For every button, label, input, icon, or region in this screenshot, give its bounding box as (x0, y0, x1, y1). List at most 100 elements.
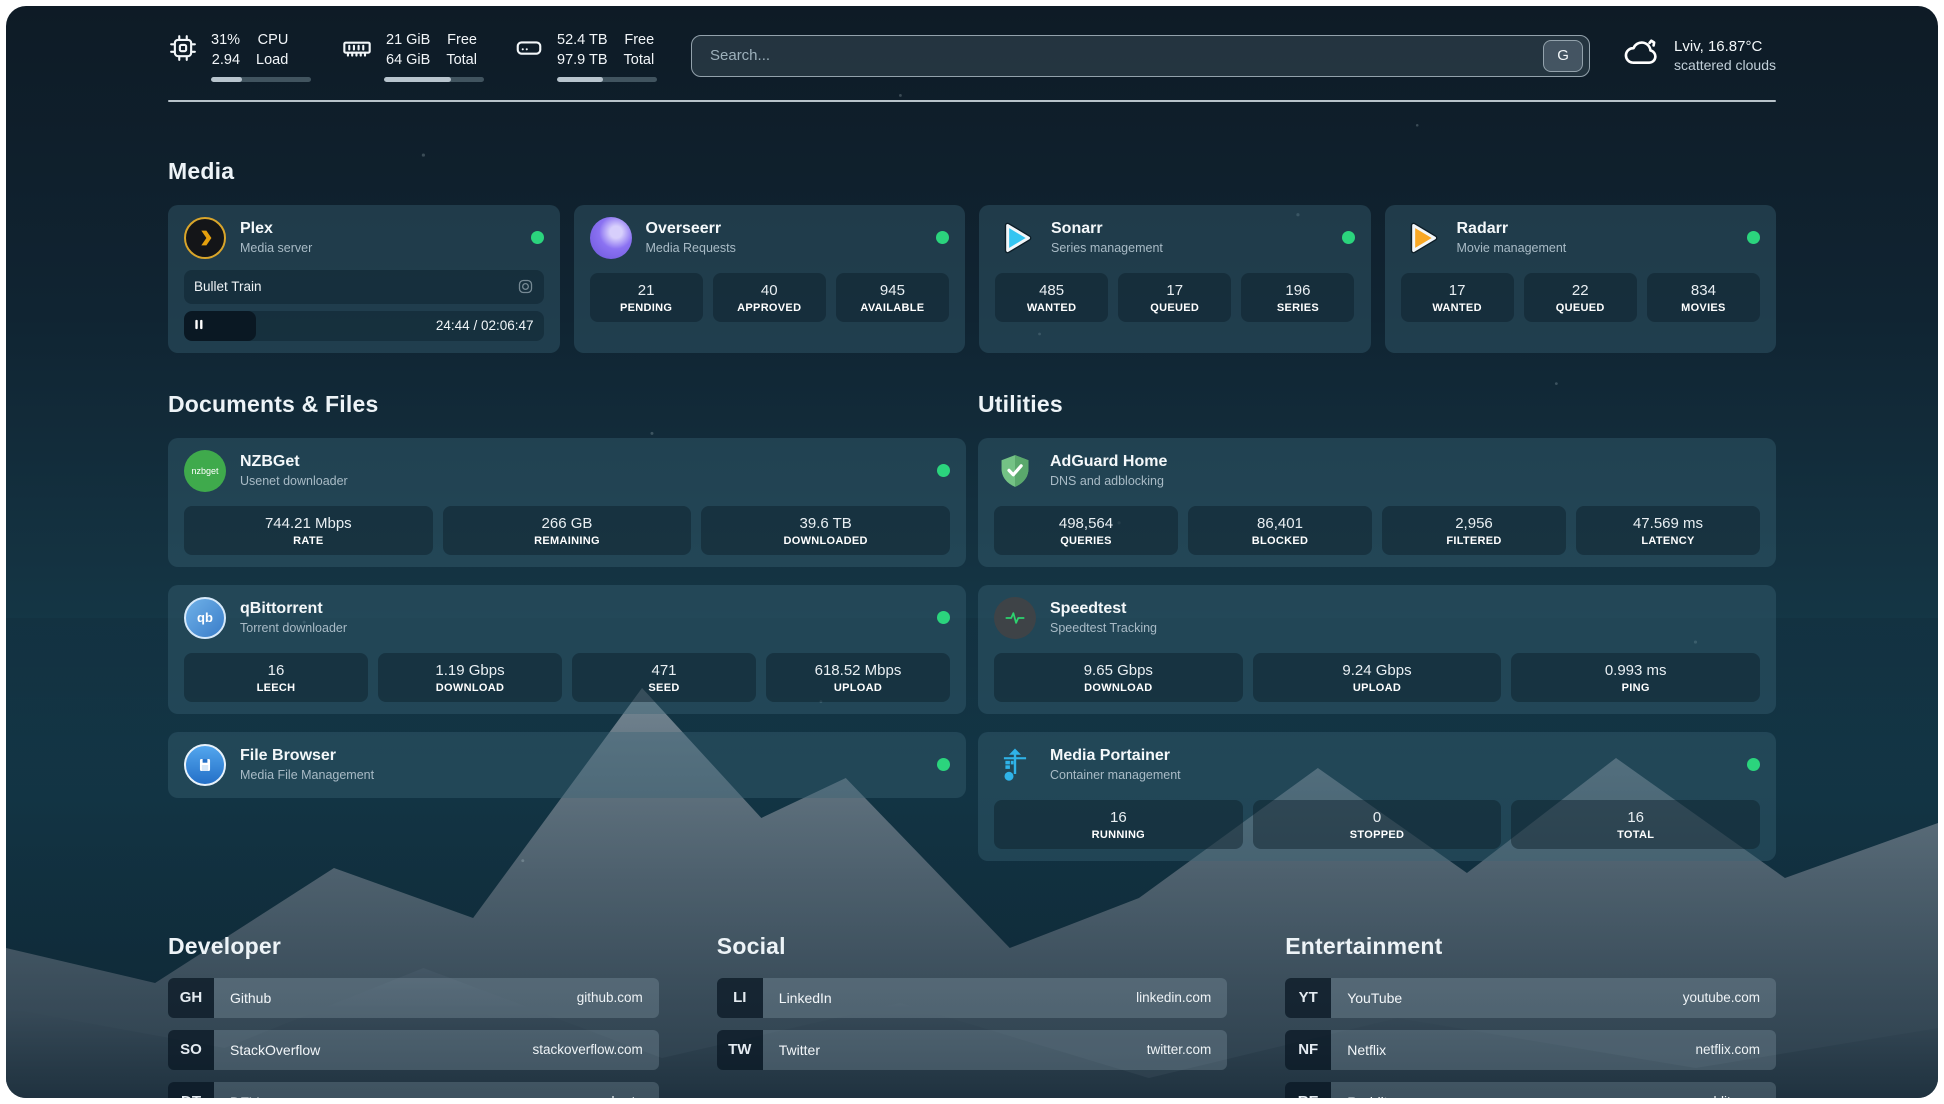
social-section-title: Social (717, 933, 1227, 960)
bookmark-github[interactable]: GH Github github.com (168, 978, 659, 1018)
stat-available: 945 AVAILABLE (836, 273, 949, 322)
disk-total-label: Total (624, 50, 655, 70)
portainer-icon (994, 744, 1036, 786)
resource-widgets: 31% 2.94 CPU Load (168, 30, 657, 82)
memory-progress-fill (384, 77, 451, 82)
playback-progress-row: 24:44 / 02:06:47 (184, 311, 544, 341)
disk-progress-fill (557, 77, 603, 82)
disk-icon (514, 33, 544, 68)
bookmark-abbr: TW (717, 1030, 763, 1070)
service-description: Speedtest Tracking (1050, 621, 1157, 635)
bookmark-reddit[interactable]: RE Reddit reddit.com (1285, 1082, 1776, 1098)
bookmark-url: stackoverflow.com (532, 1042, 642, 1057)
service-description: Series management (1051, 241, 1163, 255)
bookmark-url: github.com (577, 990, 643, 1005)
memory-total-value: 64 GiB (386, 50, 430, 70)
bookmark-linkedin[interactable]: LI LinkedIn linkedin.com (717, 978, 1227, 1018)
service-name: Speedtest (1050, 600, 1157, 618)
status-dot (936, 231, 949, 244)
dashboard-screen: 31% 2.94 CPU Load (6, 6, 1938, 1098)
section-media: Media Plex Media server (168, 158, 1776, 353)
status-dot (937, 464, 950, 477)
disk-progress-track (557, 77, 657, 82)
cloud-icon (1620, 32, 1662, 79)
service-description: Media File Management (240, 768, 374, 782)
service-card-portainer[interactable]: Media Portainer Container management 16 … (978, 732, 1776, 861)
bookmark-url: linkedin.com (1136, 990, 1211, 1005)
developer-section-title: Developer (168, 933, 659, 960)
stat-queued: 22 QUEUED (1524, 273, 1637, 322)
stat-latency: 47.569 ms LATENCY (1576, 506, 1760, 555)
dashboard-page: 31% 2.94 CPU Load (0, 0, 1944, 1104)
service-card-speedtest[interactable]: Speedtest Speedtest Tracking 9.65 Gbps D… (978, 585, 1776, 714)
entertainment-section-title: Entertainment (1285, 933, 1776, 960)
camera-icon (517, 278, 534, 295)
service-card-plex[interactable]: Plex Media server Bullet Train (168, 205, 560, 353)
stat-upload: 618.52 Mbps UPLOAD (766, 653, 950, 702)
stat-total: 16 TOTAL (1511, 800, 1760, 849)
service-card-radarr[interactable]: Radarr Movie management 17 WANTED 22 QUE… (1385, 205, 1777, 353)
search-bar[interactable]: G (691, 35, 1590, 77)
filebrowser-icon (184, 744, 226, 786)
status-dot (937, 611, 950, 624)
service-description: Torrent downloader (240, 621, 347, 635)
stat-download: 1.19 Gbps DOWNLOAD (378, 653, 562, 702)
stat-downloaded: 39.6 TB DOWNLOADED (701, 506, 950, 555)
cpu-widget: 31% 2.94 CPU Load (168, 30, 311, 82)
stat-queries: 498,564 QUERIES (994, 506, 1178, 555)
bookmark-abbr: GH (168, 978, 214, 1018)
status-dot (1747, 758, 1760, 771)
memory-total-label: Total (446, 50, 477, 70)
stat-remaining: 266 GB REMAINING (443, 506, 692, 555)
disk-total-value: 97.9 TB (557, 50, 608, 70)
cpu-usage-label: CPU (258, 30, 289, 50)
service-card-sonarr[interactable]: Sonarr Series management 485 WANTED 17 Q… (979, 205, 1371, 353)
bookmark-name: StackOverflow (230, 1042, 320, 1058)
bookmark-youtube[interactable]: YT YouTube youtube.com (1285, 978, 1776, 1018)
memory-progress-track (384, 77, 484, 82)
stat-pending: 21 PENDING (590, 273, 703, 322)
stat-seed: 471 SEED (572, 653, 756, 702)
section-utilities: Utilities AdGuard Home (978, 391, 1776, 879)
service-name: Radarr (1457, 220, 1567, 238)
playback-elapsed (184, 311, 256, 341)
documents-section-title: Documents & Files (168, 391, 966, 418)
bookmark-twitter[interactable]: TW Twitter twitter.com (717, 1030, 1227, 1070)
service-card-nzbget[interactable]: nzbget NZBGet Usenet downloader 744.21 M… (168, 438, 966, 567)
service-card-filebrowser[interactable]: File Browser Media File Management (168, 732, 966, 798)
service-card-adguard[interactable]: AdGuard Home DNS and adblocking 498,564 … (978, 438, 1776, 567)
status-dot (531, 231, 544, 244)
stat-leech: 16 LEECH (184, 653, 368, 702)
bookmark-abbr: NF (1285, 1030, 1331, 1070)
service-card-qbittorrent[interactable]: qb qBittorrent Torrent downloader 16 LEE… (168, 585, 966, 714)
memory-widget: 21 GiB 64 GiB Free Total (341, 30, 484, 82)
status-dot (1747, 231, 1760, 244)
bookmark-netflix[interactable]: NF Netflix netflix.com (1285, 1030, 1776, 1070)
cpu-load-value: 2.94 (212, 50, 240, 70)
section-social: Social LI LinkedIn linkedin.com TW Twitt… (717, 933, 1227, 1098)
bookmark-name: DEV (230, 1094, 259, 1098)
stat-blocked: 86,401 BLOCKED (1188, 506, 1372, 555)
disk-free-value: 52.4 TB (557, 30, 608, 50)
overseerr-icon (590, 217, 632, 259)
service-name: NZBGet (240, 453, 348, 471)
bookmark-abbr: SO (168, 1030, 214, 1070)
disk-widget: 52.4 TB 97.9 TB Free Total (514, 30, 657, 82)
bookmark-abbr: LI (717, 978, 763, 1018)
search-provider-button[interactable]: G (1543, 40, 1583, 72)
search-input[interactable] (708, 46, 1543, 65)
stat-upload: 9.24 Gbps UPLOAD (1253, 653, 1502, 702)
weather-widget[interactable]: Lviv, 16.87°C scattered clouds (1620, 32, 1776, 79)
section-developer: Developer GH Github github.com SO StackO… (168, 933, 659, 1098)
stat-wanted: 485 WANTED (995, 273, 1108, 322)
bookmark-name: Netflix (1347, 1042, 1386, 1058)
bookmark-dev[interactable]: DT DEV dev.to (168, 1082, 659, 1098)
service-name: qBittorrent (240, 600, 347, 618)
now-playing-row: Bullet Train (184, 270, 544, 304)
qbittorrent-icon: qb (184, 597, 226, 639)
bookmark-abbr: DT (168, 1082, 214, 1098)
nzbget-icon: nzbget (184, 450, 226, 492)
media-section-title: Media (168, 158, 1776, 185)
bookmark-stackoverflow[interactable]: SO StackOverflow stackoverflow.com (168, 1030, 659, 1070)
service-card-overseerr[interactable]: Overseerr Media Requests 21 PENDING 40 A… (574, 205, 966, 353)
